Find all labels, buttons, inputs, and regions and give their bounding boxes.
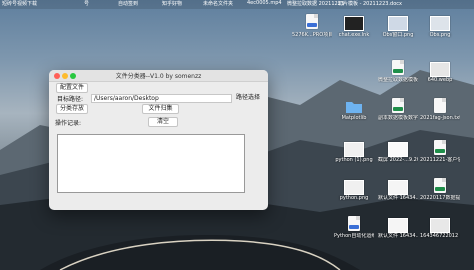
spreadsheet-icon bbox=[392, 98, 404, 113]
image-thumb-icon bbox=[344, 180, 364, 195]
file-name: Obs.png bbox=[429, 32, 451, 38]
desktop-label[interactable]: 微整拉取数据 20211223 bbox=[287, 0, 344, 7]
file-name: 默认文件 16434...62.png bbox=[378, 233, 418, 239]
image-thumb-icon bbox=[388, 142, 408, 157]
file-name: 默认文件 16434...66.png bbox=[378, 195, 418, 201]
desktop-label[interactable]: 自动签到 bbox=[118, 0, 138, 7]
spreadsheet-icon bbox=[392, 60, 404, 75]
file-name: 20220117数据提取结果.xlsx bbox=[420, 195, 460, 201]
spreadsheet-icon bbox=[434, 140, 446, 155]
desktop-label[interactable]: 号 bbox=[84, 0, 89, 7]
file-name: 2021fag-json.txt bbox=[420, 115, 460, 121]
image-thumb-icon bbox=[388, 16, 408, 31]
folder-icon bbox=[346, 102, 362, 113]
image-thumb-icon bbox=[430, 62, 450, 77]
document-icon bbox=[348, 216, 360, 231]
document-icon bbox=[306, 14, 318, 29]
clear-button[interactable]: 清空 bbox=[148, 117, 178, 127]
window-titlebar[interactable]: 文件分类器--V1.0 by somenzz bbox=[49, 70, 268, 82]
file-name: chat.exe.lnk bbox=[338, 32, 370, 38]
file-name: 164346722012 2.jpg bbox=[420, 233, 460, 239]
desktop-label[interactable]: 知乎好物 bbox=[162, 0, 182, 7]
target-path-label: 目标路径: bbox=[57, 96, 84, 103]
desktop-label[interactable]: 切片模板 - 20211223.docx bbox=[338, 0, 402, 7]
file-name: python.png bbox=[339, 195, 369, 201]
file-name: Matplotlib bbox=[341, 115, 367, 121]
choose-path-button[interactable]: 路径选择 bbox=[232, 93, 264, 103]
image-thumb-icon bbox=[430, 218, 450, 233]
file-name: python (1).png bbox=[335, 157, 373, 163]
log-textarea[interactable] bbox=[57, 134, 245, 193]
document-icon bbox=[434, 98, 446, 113]
target-path-input[interactable]: /Users/aaron/Desktop bbox=[91, 94, 232, 103]
desktop-label[interactable]: 4ec0005.mp4 bbox=[247, 0, 282, 6]
image-thumb-icon bbox=[388, 180, 408, 195]
image-thumb-icon bbox=[344, 16, 364, 31]
image-thumb-icon bbox=[430, 16, 450, 31]
file-name: 副本数据模板数字-问题...群.xlsx bbox=[378, 115, 418, 121]
file-name: 5276K...PRO项目.docx bbox=[292, 32, 332, 38]
spreadsheet-icon bbox=[434, 178, 446, 193]
category-store-button[interactable]: 分类存放 bbox=[56, 104, 88, 114]
window-title: 文件分类器--V1.0 by somenzz bbox=[115, 73, 202, 80]
file-name: 640.webp bbox=[427, 77, 453, 83]
log-label: 操作记录: bbox=[55, 120, 82, 127]
file-name: 截屏 2022-...9.20.59 bbox=[378, 157, 418, 163]
file-name: 微整拉取数据模板合集.xlsx bbox=[378, 77, 418, 83]
image-thumb-icon bbox=[344, 142, 364, 157]
config-file-button[interactable]: 配置文件 bbox=[56, 83, 88, 93]
file-name: Obs窗口.png bbox=[382, 32, 414, 38]
file-return-button[interactable]: 文件归集 bbox=[142, 104, 179, 114]
desktop-label[interactable]: 未命名文件夹 bbox=[203, 0, 233, 7]
image-thumb-icon bbox=[388, 218, 408, 233]
file-name: Python自动化运维-新增.doc bbox=[334, 233, 374, 239]
desktop-top-row bbox=[0, 0, 474, 9]
file-name: 20211221-客户信息表...表.xlsx bbox=[420, 157, 460, 163]
desktop-label[interactable]: 短砖号视频下载 bbox=[2, 0, 37, 7]
file-classifier-window: 文件分类器--V1.0 by somenzz 配置文件 目标路径: /Users… bbox=[49, 70, 268, 210]
